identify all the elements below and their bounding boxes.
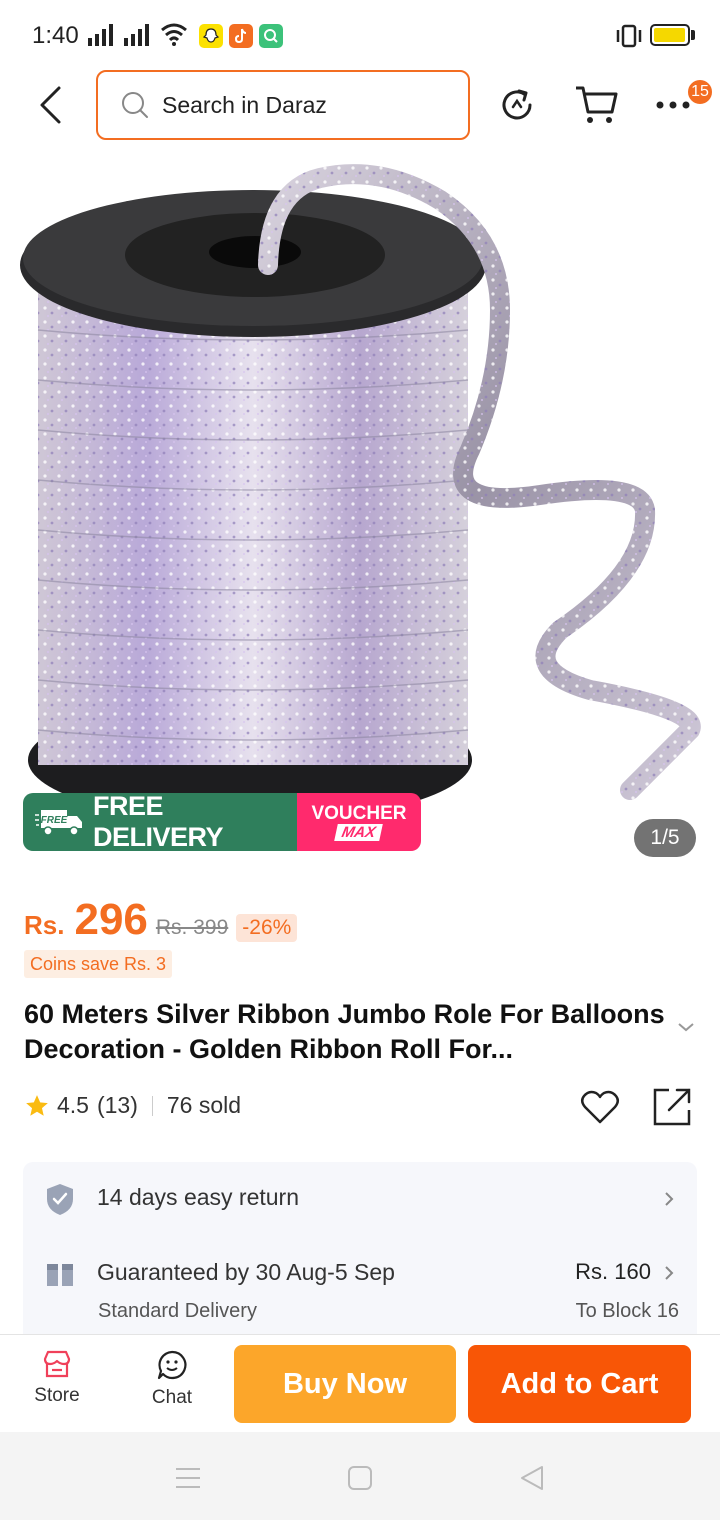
chevron-down-icon[interactable] <box>676 1020 696 1034</box>
delivery-location: To Block 16 <box>575 1300 679 1322</box>
truck-icon: FREE <box>35 806 85 838</box>
back-arrow-icon <box>40 86 61 124</box>
signal-icon <box>124 24 149 46</box>
delivery-row[interactable]: Guaranteed by 30 Aug-5 Sep Standard Deli… <box>23 1244 697 1334</box>
search-icon <box>122 92 148 118</box>
shield-check-icon <box>47 1184 73 1215</box>
chevron-right-icon <box>665 1192 674 1206</box>
search-placeholder: Search in Daraz <box>162 91 327 118</box>
refresh-icon <box>502 89 532 120</box>
system-back-button[interactable] <box>514 1460 550 1496</box>
free-delivery-text: FREE DELIVERY <box>93 793 224 851</box>
coins-badge: Coins save Rs. 3 <box>24 950 173 978</box>
search-bar[interactable]: Search in Daraz <box>96 70 470 140</box>
chat-icon <box>157 1350 187 1380</box>
price-currency: Rs. <box>24 910 65 940</box>
share-icon <box>653 1088 691 1126</box>
product-title[interactable]: 60 Meters Silver Ribbon Jumbo Role For B… <box>24 997 674 1067</box>
voucher-max-badge: VOUCHER MAX <box>297 793 421 851</box>
review-count: (13) <box>96 1092 138 1118</box>
delivery-date-text: Guaranteed by 30 Aug-5 Sep <box>97 1259 395 1285</box>
price-value: 296 <box>74 895 148 944</box>
status-time: 1:40 <box>32 22 79 49</box>
divider <box>151 1095 153 1116</box>
refresh-button[interactable] <box>494 82 540 128</box>
heart-icon <box>581 1090 619 1124</box>
return-policy-row[interactable]: 14 days easy return <box>23 1162 697 1236</box>
snapchat-icon <box>199 24 223 48</box>
store-label: Store <box>34 1385 80 1406</box>
wifi-icon <box>161 23 187 46</box>
promo-banner: FREE FREE DELIVERY VOUCHER MAX <box>23 793 421 851</box>
menu-lines-icon <box>176 1468 200 1488</box>
chevron-right-icon <box>665 1266 674 1280</box>
free-tag-text: FREE <box>41 815 68 826</box>
chat-button[interactable]: Chat <box>132 1349 212 1409</box>
price-row: Rs. 296 Rs. 399 -26% <box>24 895 298 945</box>
image-page-indicator: 1/5 <box>634 819 696 857</box>
wishlist-button[interactable] <box>578 1085 622 1129</box>
discount-badge: -26% <box>236 914 298 942</box>
cart-icon <box>576 86 618 123</box>
product-image[interactable] <box>0 150 720 870</box>
home-button[interactable] <box>342 1460 378 1496</box>
recents-button[interactable] <box>170 1460 206 1496</box>
sold-count: 76 sold <box>166 1092 242 1118</box>
back-button[interactable] <box>28 80 72 130</box>
more-dots-icon <box>656 101 690 109</box>
status-bar: 1:40 <box>0 0 720 70</box>
voucher-max-text: MAX <box>334 823 384 841</box>
store-icon <box>43 1350 71 1378</box>
signal-icon <box>88 24 113 46</box>
tiktok-icon <box>229 24 253 48</box>
bottom-action-bar: Store Chat Buy Now Add to Cart <box>0 1334 720 1432</box>
cart-button[interactable] <box>572 82 622 128</box>
share-button[interactable] <box>650 1085 694 1129</box>
rating-value: 4.5 <box>57 1092 89 1118</box>
rating-row[interactable]: 4.5 (13) 76 sold <box>24 1092 241 1119</box>
delivery-type-text: Standard Delivery <box>98 1300 257 1322</box>
delivery-price: Rs. 160 <box>575 1259 651 1284</box>
home-square-icon <box>348 1466 372 1490</box>
service-info-card: 14 days easy return Guaranteed by 30 Aug… <box>23 1162 697 1342</box>
add-to-cart-button[interactable]: Add to Cart <box>468 1345 691 1423</box>
battery-icon <box>650 24 690 46</box>
voucher-text: VOUCHER <box>311 802 407 824</box>
return-policy-text: 14 days easy return <box>97 1184 300 1210</box>
buy-now-button[interactable]: Buy Now <box>234 1345 456 1423</box>
app-icon <box>259 24 283 48</box>
package-icon <box>47 1260 73 1286</box>
notification-badge: 15 <box>686 78 714 106</box>
original-price: Rs. 399 <box>155 916 229 939</box>
star-icon <box>26 1094 48 1116</box>
battery-tip <box>691 30 695 40</box>
vibrate-icon <box>616 24 642 48</box>
store-button[interactable]: Store <box>17 1349 97 1407</box>
free-delivery-badge: FREE FREE DELIVERY <box>23 793 297 851</box>
back-triangle-icon <box>521 1466 543 1490</box>
system-navigation-bar <box>0 1432 720 1520</box>
chat-label: Chat <box>151 1387 193 1408</box>
ribbon-spool-image <box>20 164 701 822</box>
